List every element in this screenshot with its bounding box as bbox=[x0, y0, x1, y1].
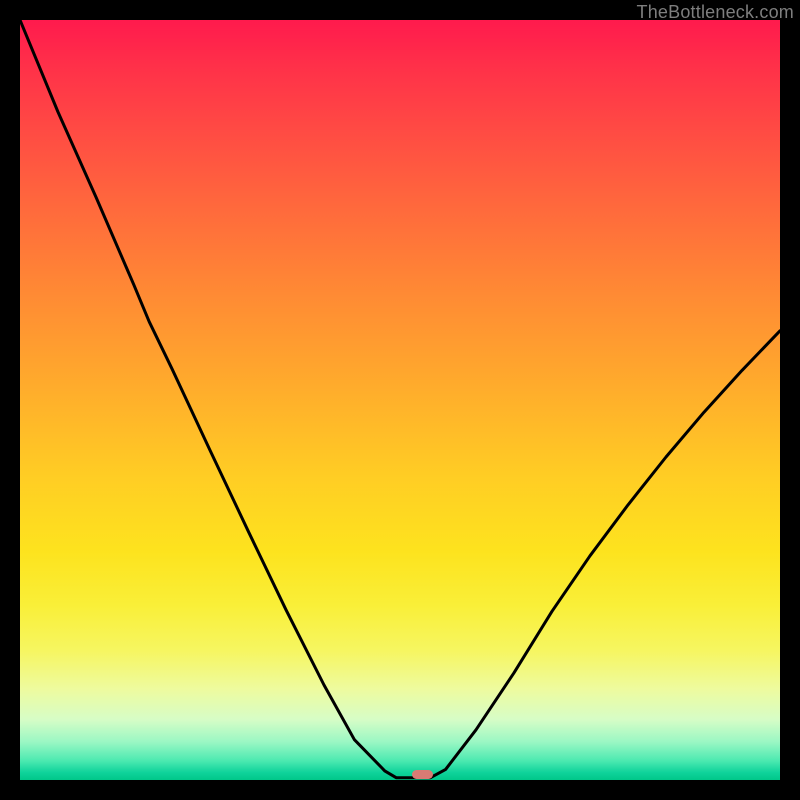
watermark-text: TheBottleneck.com bbox=[637, 2, 794, 23]
bottleneck-curve bbox=[20, 20, 780, 780]
chart-frame: TheBottleneck.com bbox=[0, 0, 800, 800]
valley-marker bbox=[412, 770, 433, 779]
plot-area bbox=[20, 20, 780, 780]
